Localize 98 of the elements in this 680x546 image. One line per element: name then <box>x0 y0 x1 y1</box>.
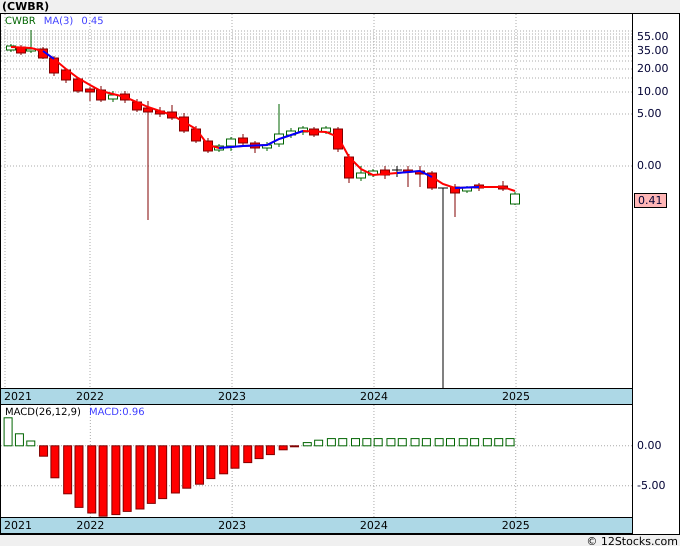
candlestick <box>286 128 296 138</box>
macd-bar <box>195 445 204 485</box>
macd-bar <box>50 445 60 478</box>
macd-bar <box>254 445 264 460</box>
macd-bar <box>458 438 468 446</box>
macd-bar <box>398 438 407 446</box>
candlestick <box>96 86 106 102</box>
indicator-label: MACD(26,12,9) <box>5 407 81 419</box>
year-label: 2021 <box>4 390 32 403</box>
macd-bar <box>374 438 383 446</box>
copyright-text: © 12Stocks.com <box>586 535 678 546</box>
candlestick <box>274 104 284 148</box>
macd-bar <box>422 438 431 446</box>
macd-bar <box>87 445 96 514</box>
macd-bar <box>314 440 324 446</box>
macd-bar <box>386 438 396 446</box>
year-label: 2023 <box>218 519 246 532</box>
macd-bar <box>362 438 372 446</box>
macd-bar <box>74 445 84 508</box>
macd-bar <box>219 445 228 474</box>
indicator-label: MA(3) <box>44 16 74 28</box>
candlestick <box>462 186 472 194</box>
year-label: 2023 <box>218 390 246 403</box>
year-label: 2025 <box>502 519 530 532</box>
indicator-value: 0.45 <box>81 16 104 28</box>
macd-bar <box>158 445 168 500</box>
candlestick <box>498 180 508 192</box>
year-label: 2022 <box>76 519 104 532</box>
macd-bar <box>146 445 156 504</box>
year-label: 2024 <box>360 390 388 403</box>
macd-bar <box>111 445 120 516</box>
axis-tick-label: 20.00 <box>637 62 668 75</box>
macd-bar <box>326 438 336 446</box>
candlestick <box>368 168 378 178</box>
macd-bar <box>302 442 312 446</box>
candlestick <box>344 154 354 184</box>
candlestick <box>262 142 272 152</box>
candlestick <box>250 140 260 154</box>
candlestick <box>510 192 520 206</box>
macd-bar <box>170 445 180 494</box>
macd-bar <box>338 438 348 446</box>
macd-bar <box>482 438 492 446</box>
candlestick <box>167 104 177 120</box>
candlestick <box>120 90 130 104</box>
macd-bar <box>182 445 192 489</box>
year-label: 2022 <box>76 390 104 403</box>
macd-bar <box>470 438 480 446</box>
macd-bar <box>446 438 455 446</box>
indicator-value: MACD:0.96 <box>88 407 145 419</box>
candlestick <box>309 126 319 138</box>
candlestick <box>238 134 248 148</box>
macd-bar <box>290 445 300 448</box>
macd-bar <box>243 445 252 464</box>
macd-bar <box>410 438 420 446</box>
candlestick <box>321 126 331 134</box>
axis-tick-label: 35.00 <box>637 44 668 57</box>
macd-bar <box>135 445 144 510</box>
year-label: 2024 <box>360 519 388 532</box>
candlestick <box>380 166 390 180</box>
macd-bar <box>4 417 13 446</box>
candlestick <box>450 184 460 218</box>
chart-title: (CWBR) <box>2 0 50 13</box>
candlestick <box>108 90 118 102</box>
candlestick <box>474 182 484 192</box>
candlestick <box>356 166 366 182</box>
candlestick <box>6 44 16 52</box>
macd-bar <box>63 445 72 494</box>
axis-tick-label: 5.00 <box>637 107 662 120</box>
candlestick <box>179 112 189 134</box>
symbol-label: CWBR <box>5 16 36 28</box>
macd-bar <box>206 445 216 480</box>
macd-bar <box>351 438 360 446</box>
macd-bar <box>506 438 515 446</box>
candlestick <box>298 126 308 136</box>
macd-bar <box>278 445 288 450</box>
candlestick <box>415 166 425 188</box>
macd-bar <box>98 445 108 517</box>
candlestick <box>226 136 236 152</box>
macd-bar <box>122 445 132 512</box>
axis-tick-label: 55.00 <box>637 30 668 43</box>
macd-bar <box>434 438 444 446</box>
macd-bar <box>230 445 240 469</box>
candlestick <box>85 86 95 102</box>
axis-tick-label: -5.00 <box>637 478 666 492</box>
year-label: 2021 <box>4 519 32 532</box>
last-price-label: 0.41 <box>634 193 666 208</box>
macd-bar <box>26 440 36 446</box>
candlestick <box>155 106 165 118</box>
macd-bar <box>266 445 275 456</box>
candlestick <box>73 76 83 94</box>
macd-bar <box>14 433 24 446</box>
year-label: 2025 <box>502 390 530 403</box>
macd-bar <box>39 445 48 457</box>
axis-tick-label: 10.00 <box>637 85 668 98</box>
axis-tick-label: 0.00 <box>637 438 662 452</box>
candlestick <box>61 68 71 84</box>
macd-bar <box>494 438 504 446</box>
axis-tick-label: 0.00 <box>637 159 662 172</box>
